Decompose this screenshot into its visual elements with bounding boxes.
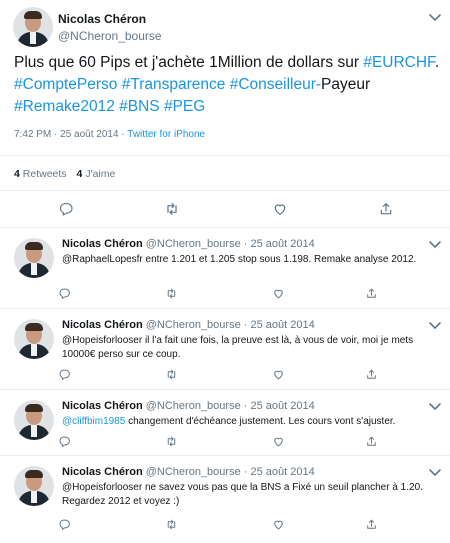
retweet-icon[interactable] xyxy=(165,435,178,448)
avatar[interactable] xyxy=(14,466,54,506)
likes-label: J'aime xyxy=(85,168,116,180)
separator: · xyxy=(243,466,248,478)
reply-date[interactable]: 25 août 2014 xyxy=(251,400,315,412)
reply-date[interactable]: 25 août 2014 xyxy=(251,319,315,331)
hashtag-conseilleur[interactable]: #Conseilleur- xyxy=(230,76,321,93)
likes-count: 4 xyxy=(76,168,83,180)
reply-mention[interactable]: @cliffbim1985 xyxy=(62,416,125,427)
share-icon[interactable] xyxy=(365,287,378,300)
separator: · xyxy=(121,129,125,140)
hashtag-compteperso[interactable]: #ComptePerso xyxy=(14,76,117,93)
reply-header: Nicolas Chéron @NCheron_bourse · 25 août… xyxy=(62,466,315,478)
reply-text-body: changement d'échéance justement. Les cou… xyxy=(125,416,396,427)
like-icon[interactable] xyxy=(272,518,285,531)
share-icon[interactable] xyxy=(378,201,394,217)
separator: · xyxy=(54,129,58,140)
tweet-text-part: Plus que 60 Pips et j'achète 1Million de… xyxy=(14,54,364,71)
retweets-stat[interactable]: 4 Retweets xyxy=(14,168,67,180)
reply-text: @Hopeisforlooser il l'a fait une fois, l… xyxy=(62,334,434,362)
avatar[interactable] xyxy=(14,238,54,278)
reply-text-body: @Hopeisforlooser ne savez vous pas que l… xyxy=(62,482,423,507)
reply-tweet[interactable]: Nicolas Chéron @NCheron_bourse · 25 août… xyxy=(0,228,450,308)
like-icon[interactable] xyxy=(272,368,285,381)
reply-header: Nicolas Chéron @NCheron_bourse · 25 août… xyxy=(62,319,315,331)
reply-author-name[interactable]: Nicolas Chéron xyxy=(62,319,143,331)
tweet-text: Plus que 60 Pips et j'achète 1Million de… xyxy=(14,54,440,115)
divider xyxy=(0,190,450,191)
reply-icon[interactable] xyxy=(58,201,74,217)
chevron-down-icon[interactable] xyxy=(428,468,442,478)
retweets-label: Retweets xyxy=(22,168,67,180)
author-handle[interactable]: @NCheron_bourse xyxy=(58,29,162,43)
retweet-icon[interactable] xyxy=(165,368,178,381)
share-icon[interactable] xyxy=(365,435,378,448)
divider xyxy=(0,155,450,156)
retweet-icon[interactable] xyxy=(165,287,178,300)
reply-header: Nicolas Chéron @NCheron_bourse · 25 août… xyxy=(62,238,315,250)
reply-text: @Hopeisforlooser ne savez vous pas que l… xyxy=(62,481,434,509)
separator: · xyxy=(243,319,248,331)
avatar[interactable] xyxy=(14,319,54,359)
hashtag-bns[interactable]: #BNS xyxy=(119,98,160,115)
reply-tweet[interactable]: Nicolas Chéron @NCheron_bourse · 25 août… xyxy=(0,309,450,389)
reply-text-body: @Hopeisforlooser il l'a fait une fois, l… xyxy=(62,335,414,360)
chevron-down-icon[interactable] xyxy=(428,13,442,23)
retweet-icon[interactable] xyxy=(165,518,178,531)
reply-author-handle[interactable]: @NCheron_bourse xyxy=(146,400,241,412)
chevron-down-icon[interactable] xyxy=(428,402,442,412)
tweet-stats: 4 Retweets 4 J'aime xyxy=(14,168,115,180)
like-icon[interactable] xyxy=(272,287,285,300)
reply-author-name[interactable]: Nicolas Chéron xyxy=(62,400,143,412)
tweet-date[interactable]: 25 août 2014 xyxy=(60,129,118,140)
reply-icon[interactable] xyxy=(58,287,71,300)
retweets-count: 4 xyxy=(14,168,20,180)
hashtag-peg[interactable]: #PEG xyxy=(164,98,205,115)
reply-author-handle[interactable]: @NCheron_bourse xyxy=(146,238,241,250)
hashtag-transparence[interactable]: #Transparence xyxy=(122,76,226,93)
share-icon[interactable] xyxy=(365,368,378,381)
reply-icon[interactable] xyxy=(58,368,71,381)
share-icon[interactable] xyxy=(365,518,378,531)
retweet-icon[interactable] xyxy=(164,201,180,217)
reply-author-name[interactable]: Nicolas Chéron xyxy=(62,466,143,478)
separator: · xyxy=(243,400,248,412)
like-icon[interactable] xyxy=(272,435,285,448)
tweet-text-part: Payeur xyxy=(321,76,371,93)
reply-icon[interactable] xyxy=(58,518,71,531)
author-name[interactable]: Nicolas Chéron xyxy=(58,12,146,26)
like-icon[interactable] xyxy=(272,201,288,217)
reply-author-name[interactable]: Nicolas Chéron xyxy=(62,238,143,250)
chevron-down-icon[interactable] xyxy=(428,240,442,250)
avatar[interactable] xyxy=(13,7,53,47)
tweet-time[interactable]: 7:42 PM xyxy=(14,129,51,140)
reply-author-handle[interactable]: @NCheron_bourse xyxy=(146,319,241,331)
hashtag-remake2012[interactable]: #Remake2012 xyxy=(14,98,115,115)
separator: · xyxy=(243,238,248,250)
reply-text: @RaphaelLopesfr entre 1.201 et 1.205 sto… xyxy=(62,253,434,267)
reply-text-body: @RaphaelLopesfr entre 1.201 et 1.205 sto… xyxy=(62,254,417,265)
hashtag-eurchf[interactable]: #EURCHF xyxy=(363,54,434,71)
reply-tweet[interactable]: Nicolas Chéron @NCheron_bourse · 25 août… xyxy=(0,456,450,543)
reply-tweet[interactable]: Nicolas Chéron @NCheron_bourse · 25 août… xyxy=(0,390,450,455)
chevron-down-icon[interactable] xyxy=(428,321,442,331)
tweet-client[interactable]: Twitter for iPhone xyxy=(127,129,205,140)
reply-header: Nicolas Chéron @NCheron_bourse · 25 août… xyxy=(62,400,315,412)
reply-text: @cliffbim1985 changement d'échéance just… xyxy=(62,415,434,429)
reply-date[interactable]: 25 août 2014 xyxy=(251,238,315,250)
likes-stat[interactable]: 4 J'aime xyxy=(77,168,116,180)
reply-author-handle[interactable]: @NCheron_bourse xyxy=(146,466,241,478)
avatar[interactable] xyxy=(14,400,54,440)
tweet-meta: 7:42 PM · 25 août 2014 · Twitter for iPh… xyxy=(14,129,205,140)
reply-date[interactable]: 25 août 2014 xyxy=(251,466,315,478)
reply-icon[interactable] xyxy=(58,435,71,448)
